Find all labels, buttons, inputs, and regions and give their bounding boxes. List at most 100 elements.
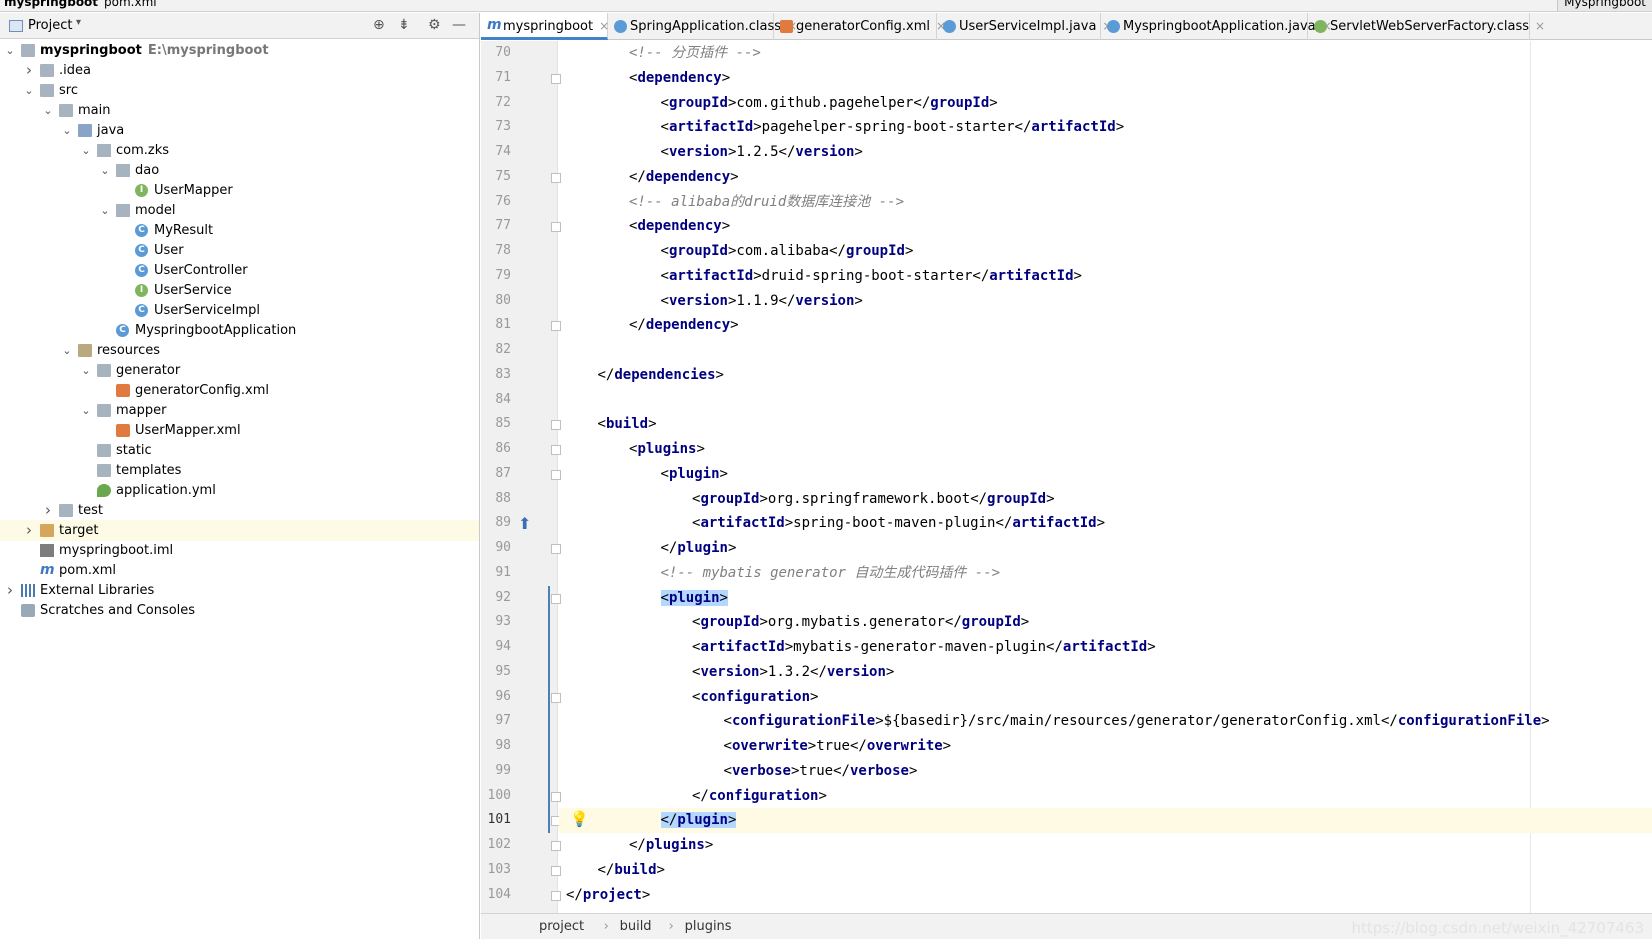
chevron-down-icon[interactable]: ⌄	[80, 360, 92, 381]
tree-node[interactable]: I UserMapper	[0, 180, 479, 201]
tree-node[interactable]: Scratches and Consoles	[0, 600, 479, 621]
code-line[interactable]: </plugins>	[629, 833, 713, 858]
hide-panel-icon[interactable]: —	[452, 17, 466, 33]
close-icon[interactable]: ×	[1535, 19, 1545, 33]
tree-node[interactable]: C MyspringbootApplication	[0, 320, 479, 341]
tree-node[interactable]: m pom.xml	[0, 560, 479, 581]
code-line[interactable]: </dependency>	[629, 165, 739, 190]
tree-node[interactable]: application.yml	[0, 480, 479, 501]
code-line[interactable]: <dependency>	[629, 66, 730, 91]
nav-file-crumb[interactable]: pom.xml	[104, 0, 157, 9]
code-line[interactable]: <configurationFile>${basedir}/src/main/r…	[724, 709, 1550, 734]
tree-node[interactable]: generatorConfig.xml	[0, 380, 479, 401]
tree-node[interactable]: › target	[0, 520, 479, 541]
tree-node[interactable]: C MyResult	[0, 220, 479, 241]
chevron-down-icon[interactable]: ⌄	[99, 160, 111, 181]
tree-node[interactable]: › test	[0, 500, 479, 521]
run-config-selector[interactable]: Myspringboot	[1557, 0, 1652, 11]
fold-marker-icon[interactable]	[551, 222, 561, 233]
code-line[interactable]: <build>	[598, 412, 657, 437]
chevron-right-icon[interactable]: ›	[23, 520, 35, 541]
code-line[interactable]: <plugin>	[661, 462, 728, 487]
code-line[interactable]: </configuration>	[692, 784, 827, 809]
tree-node[interactable]: myspringboot.iml	[0, 540, 479, 561]
editor-tab[interactable]: ServletWebServerFactory.class ×	[1308, 13, 1545, 40]
tree-node[interactable]: ⌄ java	[0, 120, 479, 141]
fold-marker-icon[interactable]	[551, 321, 561, 332]
code-line[interactable]: <version>1.3.2</version>	[692, 660, 894, 685]
code-line[interactable]: <groupId>org.springframework.boot</group…	[692, 487, 1055, 512]
fold-marker-icon[interactable]	[551, 73, 561, 84]
editor-tab[interactable]: generatorConfig.xml ×	[774, 13, 946, 40]
tree-node[interactable]: C User	[0, 240, 479, 261]
fold-marker-icon[interactable]	[551, 791, 561, 802]
chevron-down-icon[interactable]: ⌄	[80, 400, 92, 421]
chevron-down-icon[interactable]: ⌄	[42, 100, 54, 121]
chevron-down-icon[interactable]: ▾	[76, 17, 81, 28]
tree-node[interactable]: ⌄ mapper	[0, 400, 479, 421]
chevron-right-icon[interactable]: ›	[4, 580, 16, 601]
nav-project-crumb[interactable]: myspringboot	[4, 0, 98, 9]
spring-boot-run-icon[interactable]: ⬆	[518, 514, 531, 533]
code-line[interactable]: <version>1.2.5</version>	[661, 140, 863, 165]
code-line[interactable]: <artifactId>pagehelper-spring-boot-start…	[661, 115, 1125, 140]
fold-marker-icon[interactable]	[551, 445, 561, 455]
collapse-all-icon[interactable]: ⇟	[398, 17, 410, 33]
tree-node[interactable]: ⌄ com.zks	[0, 140, 479, 161]
code-line[interactable]: </build>	[598, 858, 665, 883]
editor-gutter[interactable]: 70 71 72 73 74 75 76 77 78 79 80 81 82 83 84 85 86 87 88 89…	[481, 41, 561, 913]
fold-marker-icon[interactable]	[551, 593, 561, 604]
chevron-down-icon[interactable]: ⌄	[4, 40, 16, 61]
breadcrumb-item[interactable]: plugins	[685, 919, 732, 934]
fold-marker-icon[interactable]	[551, 865, 561, 876]
tree-node[interactable]: ⌄ myspringboot E:\myspringboot	[0, 40, 479, 61]
fold-marker-icon[interactable]	[551, 890, 561, 901]
editor-tab[interactable]: MyspringbootApplication.java×	[1101, 13, 1332, 40]
tree-node[interactable]: UserMapper.xml	[0, 420, 479, 441]
tree-node[interactable]: › External Libraries	[0, 580, 479, 601]
breadcrumb-item[interactable]: build	[620, 919, 652, 934]
tree-node[interactable]: ⌄ generator	[0, 360, 479, 381]
fold-marker-icon[interactable]	[551, 469, 561, 480]
tree-node[interactable]: ⌄ dao	[0, 160, 479, 181]
project-view-selector[interactable]: Project	[28, 18, 72, 33]
tree-node[interactable]: C UserServiceImpl	[0, 300, 479, 321]
chevron-down-icon[interactable]: ⌄	[99, 200, 111, 221]
tree-node[interactable]: ⌄ resources	[0, 340, 479, 361]
code-line[interactable]: </plugin>	[661, 536, 737, 561]
code-line[interactable]: </plugin>	[660, 808, 737, 833]
locate-icon[interactable]: ⊕	[373, 17, 385, 33]
code-line[interactable]: <groupId>org.mybatis.generator</groupId>	[692, 610, 1029, 635]
code-line[interactable]: <artifactId>druid-spring-boot-starter</a…	[661, 264, 1082, 289]
fold-marker-icon[interactable]	[551, 420, 561, 431]
code-line[interactable]: <!-- 分页插件 -->	[629, 41, 761, 66]
tree-node[interactable]: › .idea	[0, 60, 479, 81]
code-editor[interactable]: 70 71 72 73 74 75 76 77 78 79 80 81 82 83 84 85 86 87 88 89…	[481, 41, 1652, 913]
code-line[interactable]: <dependency>	[629, 214, 730, 239]
tree-node[interactable]: I UserService	[0, 280, 479, 301]
code-line[interactable]: </dependencies>	[598, 363, 724, 388]
tree-node[interactable]: ⌄ main	[0, 100, 479, 121]
code-line[interactable]: <!-- mybatis generator 自动生成代码插件 -->	[661, 561, 1001, 586]
chevron-right-icon[interactable]: ›	[23, 60, 35, 81]
gear-icon[interactable]: ⚙	[428, 17, 441, 33]
chevron-down-icon[interactable]: ⌄	[23, 80, 35, 101]
fold-marker-icon[interactable]	[551, 692, 561, 703]
code-line[interactable]: <plugins>	[629, 437, 705, 462]
chevron-down-icon[interactable]: ⌄	[61, 120, 73, 141]
code-line[interactable]: </project>	[566, 883, 650, 908]
code-line[interactable]: <version>1.1.9</version>	[661, 289, 863, 314]
code-line[interactable]: <groupId>com.alibaba</groupId>	[661, 239, 914, 264]
breadcrumb-item[interactable]: project	[539, 919, 584, 934]
code-line[interactable]: <groupId>com.github.pagehelper</groupId>	[661, 91, 998, 116]
code-line[interactable]: <artifactId>mybatis-generator-maven-plug…	[692, 635, 1156, 660]
lightbulb-icon[interactable]: 💡	[570, 810, 589, 828]
tree-node[interactable]: C UserController	[0, 260, 479, 281]
code-line[interactable]: <overwrite>true</overwrite>	[724, 734, 952, 759]
fold-marker-icon[interactable]	[551, 544, 561, 554]
tree-node[interactable]: ⌄ src	[0, 80, 479, 101]
code-line[interactable]: <artifactId>spring-boot-maven-plugin</ar…	[692, 511, 1105, 536]
editor-tab[interactable]: m myspringboot ×	[481, 13, 609, 40]
code-line[interactable]: <!-- alibaba的druid数据库连接池 -->	[629, 190, 904, 215]
code-line[interactable]: <verbose>true</verbose>	[724, 759, 918, 784]
